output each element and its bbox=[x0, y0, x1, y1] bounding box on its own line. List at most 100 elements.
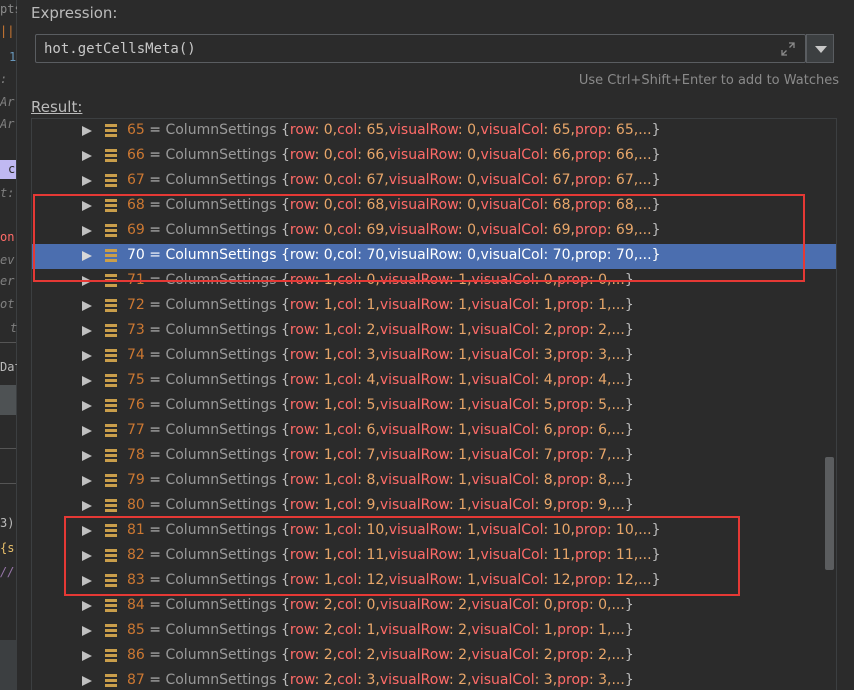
row-index: 84 bbox=[127, 597, 145, 613]
ellipsis: ... bbox=[611, 397, 625, 413]
colon: : bbox=[534, 297, 544, 313]
tree-row[interactable]: 84 = ColumnSettings {row: 2,col: 0,visua… bbox=[32, 594, 836, 619]
prop-key: col bbox=[337, 497, 358, 513]
triangle-right-icon[interactable] bbox=[82, 426, 92, 436]
prop-value: 0 bbox=[467, 172, 476, 188]
prop-value: 3 bbox=[598, 347, 608, 363]
row-index: 74 bbox=[127, 347, 145, 363]
colon: : bbox=[588, 597, 599, 613]
ellipsis: ... bbox=[638, 122, 652, 138]
equals-sign: = bbox=[144, 597, 166, 613]
triangle-right-icon[interactable] bbox=[82, 476, 92, 486]
colon: : bbox=[314, 447, 324, 463]
prop-value: 66 bbox=[552, 147, 571, 163]
prop-key: visualCol bbox=[471, 347, 535, 363]
prop-key: row bbox=[289, 297, 315, 313]
prop-key: prop bbox=[557, 347, 589, 363]
prop-key: visualRow bbox=[379, 472, 449, 488]
annotation-box bbox=[64, 516, 740, 596]
tree-row-text: 85 = ColumnSettings {row: 2,col: 1,visua… bbox=[127, 622, 634, 638]
row-index: 78 bbox=[127, 447, 145, 463]
expression-field[interactable] bbox=[35, 34, 806, 63]
tree-row-text: 65 = ColumnSettings {row: 0,col: 65,visu… bbox=[127, 122, 660, 138]
row-index: 65 bbox=[127, 122, 145, 138]
prop-value: 1 bbox=[323, 422, 333, 438]
colon: : bbox=[314, 472, 324, 488]
triangle-right-icon[interactable] bbox=[82, 401, 92, 411]
prop-key: prop bbox=[557, 672, 589, 688]
tree-row[interactable]: 67 = ColumnSettings {row: 0,col: 67,visu… bbox=[32, 169, 836, 194]
prop-key: prop bbox=[557, 647, 589, 663]
history-dropdown-button[interactable] bbox=[806, 34, 834, 63]
expand-arrows-icon[interactable] bbox=[781, 42, 795, 56]
prop-value: 8 bbox=[598, 472, 608, 488]
ellipsis: ... bbox=[638, 147, 652, 163]
panel-fragment bbox=[0, 640, 16, 690]
prop-key: prop bbox=[574, 172, 607, 188]
triangle-right-icon[interactable] bbox=[82, 351, 92, 361]
triangle-right-icon[interactable] bbox=[82, 376, 92, 386]
colon: : bbox=[314, 322, 324, 338]
equals-sign: = bbox=[144, 397, 166, 413]
tree-row[interactable]: 76 = ColumnSettings {row: 1,col: 5,visua… bbox=[32, 394, 836, 419]
prop-key: visualCol bbox=[471, 497, 535, 513]
colon: : bbox=[314, 422, 324, 438]
triangle-right-icon[interactable] bbox=[82, 151, 92, 161]
tree-row-text: 75 = ColumnSettings {row: 1,col: 4,visua… bbox=[127, 372, 634, 388]
colon: : bbox=[534, 672, 544, 688]
triangle-right-icon[interactable] bbox=[82, 626, 92, 636]
tree-row-text: 74 = ColumnSettings {row: 1,col: 3,visua… bbox=[127, 347, 634, 363]
prop-key: visualCol bbox=[480, 122, 544, 138]
brace-close: } bbox=[624, 622, 634, 638]
prop-value: 7 bbox=[543, 447, 553, 463]
prop-key: col bbox=[337, 372, 358, 388]
colon: : bbox=[588, 422, 599, 438]
tree-row[interactable]: 74 = ColumnSettings {row: 1,col: 3,visua… bbox=[32, 344, 836, 369]
triangle-right-icon[interactable] bbox=[82, 451, 92, 461]
tree-row-text: 79 = ColumnSettings {row: 1,col: 8,visua… bbox=[127, 472, 634, 488]
triangle-right-icon[interactable] bbox=[82, 676, 92, 686]
prop-key: visualCol bbox=[480, 147, 544, 163]
tree-row[interactable]: 75 = ColumnSettings {row: 1,col: 4,visua… bbox=[32, 369, 836, 394]
prop-key: prop bbox=[557, 372, 589, 388]
triangle-right-icon[interactable] bbox=[82, 326, 92, 336]
triangle-right-icon[interactable] bbox=[82, 601, 92, 611]
tree-row-text: 76 = ColumnSettings {row: 1,col: 5,visua… bbox=[127, 397, 634, 413]
tree-row[interactable]: 78 = ColumnSettings {row: 1,col: 7,visua… bbox=[32, 444, 836, 469]
tree-row[interactable]: 65 = ColumnSettings {row: 0,col: 65,visu… bbox=[32, 119, 836, 144]
colon: : bbox=[543, 172, 553, 188]
expression-input[interactable] bbox=[44, 41, 744, 57]
tree-row[interactable]: 66 = ColumnSettings {row: 0,col: 66,visu… bbox=[32, 144, 836, 169]
prop-value: 0 bbox=[598, 597, 608, 613]
prop-key: row bbox=[289, 347, 315, 363]
colon: : bbox=[534, 322, 544, 338]
brace-open: { bbox=[276, 672, 290, 688]
triangle-right-icon[interactable] bbox=[82, 126, 92, 136]
colon: : bbox=[449, 622, 459, 638]
code-fragment: ot bbox=[0, 297, 15, 311]
tree-row[interactable]: 72 = ColumnSettings {row: 1,col: 1,visua… bbox=[32, 294, 836, 319]
prop-value: 7 bbox=[598, 447, 608, 463]
row-type: ColumnSettings bbox=[165, 147, 277, 163]
tree-row[interactable]: 73 = ColumnSettings {row: 1,col: 2,visua… bbox=[32, 319, 836, 344]
tree-row[interactable]: 85 = ColumnSettings {row: 2,col: 1,visua… bbox=[32, 619, 836, 644]
prop-value: 1 bbox=[323, 472, 333, 488]
triangle-right-icon[interactable] bbox=[82, 501, 92, 511]
tree-row[interactable]: 77 = ColumnSettings {row: 1,col: 6,visua… bbox=[32, 419, 836, 444]
prop-key: visualRow bbox=[379, 447, 449, 463]
colon: : bbox=[606, 172, 616, 188]
prop-key: col bbox=[337, 347, 358, 363]
tree-row[interactable]: 86 = ColumnSettings {row: 2,col: 2,visua… bbox=[32, 644, 836, 669]
tree-row[interactable]: 79 = ColumnSettings {row: 1,col: 8,visua… bbox=[32, 469, 836, 494]
brace-close: } bbox=[624, 372, 634, 388]
code-fragment: pts: bbox=[0, 2, 17, 16]
colon: : bbox=[314, 672, 324, 688]
result-label: Result: bbox=[31, 98, 83, 116]
prop-key: row bbox=[289, 122, 315, 138]
row-index: 73 bbox=[127, 322, 145, 338]
scrollbar-thumb[interactable] bbox=[825, 457, 834, 570]
triangle-right-icon[interactable] bbox=[82, 176, 92, 186]
triangle-right-icon[interactable] bbox=[82, 651, 92, 661]
tree-row[interactable]: 87 = ColumnSettings {row: 2,col: 3,visua… bbox=[32, 669, 836, 690]
triangle-right-icon[interactable] bbox=[82, 301, 92, 311]
